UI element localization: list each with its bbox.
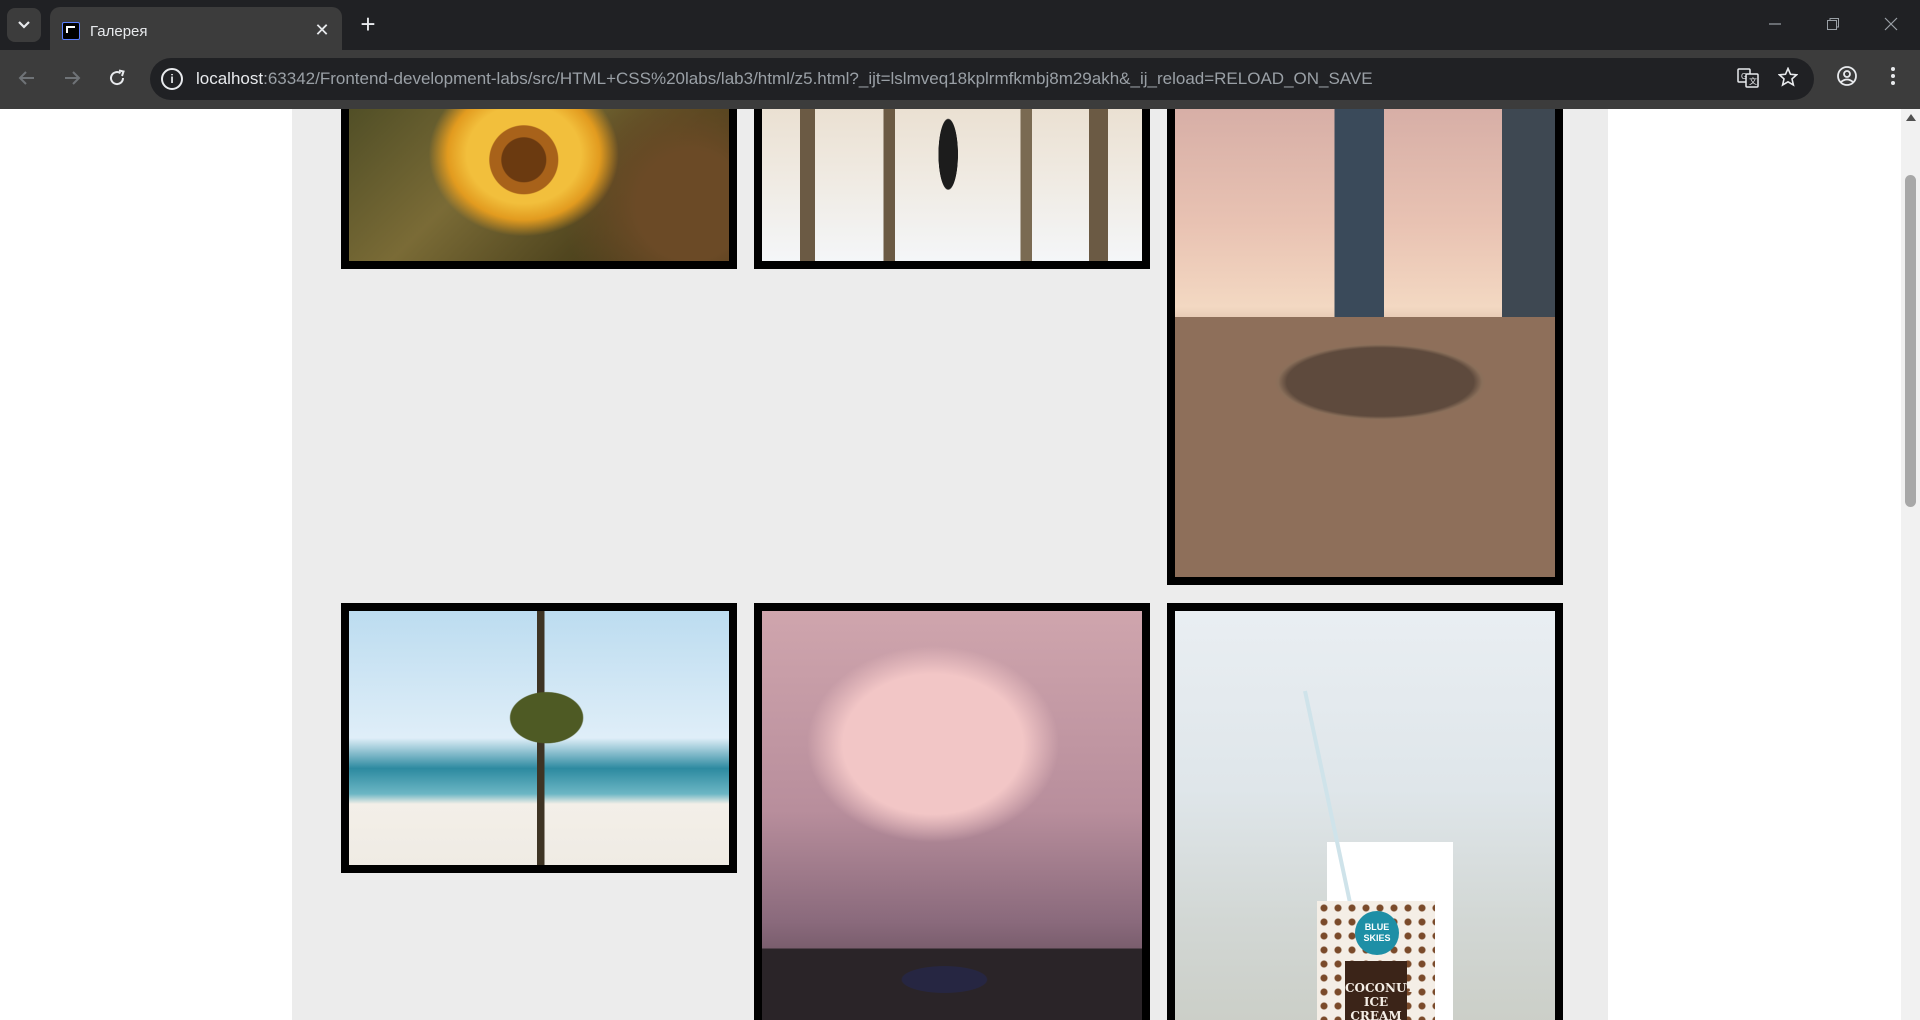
photo-palm-tree [341,603,737,873]
browser-toolbar: i localhost:63342/Frontend-development-l… [0,50,1920,109]
translate-icon[interactable]: G文 [1736,67,1760,91]
gallery-container: BLUE SKIES COCONUT ICE CREAM [292,109,1608,1020]
tab-search-button[interactable] [7,8,41,42]
photo-pier [754,109,1150,269]
url-host: localhost [196,69,264,88]
reload-button[interactable] [102,65,132,95]
straw [1303,690,1352,903]
svg-text:文: 文 [1749,76,1757,86]
close-tab-button[interactable]: ✕ [312,20,332,40]
forward-button[interactable] [57,65,87,95]
svg-text:G: G [1741,72,1747,81]
cup-label: COCONUT ICE CREAM [1345,961,1415,1020]
scroll-thumb[interactable] [1905,175,1916,507]
photo-coconut-ice-cream: BLUE SKIES COCONUT ICE CREAM [1167,603,1563,1020]
close-icon [1884,17,1898,31]
kebab-menu-icon[interactable] [1878,65,1908,95]
photo-surfer [754,603,1150,1020]
page-viewport: BLUE SKIES COCONUT ICE CREAM [0,109,1901,1020]
new-tab-button[interactable]: + [354,11,382,39]
minimize-icon [1769,23,1781,25]
tab-title: Галерея [90,23,148,40]
arrow-left-icon [18,71,34,85]
cup: BLUE SKIES COCONUT ICE CREAM [1317,901,1435,1020]
reload-icon [110,69,125,86]
cup-badge: BLUE SKIES [1355,911,1399,955]
back-button[interactable] [12,65,42,95]
scroll-up-arrow-icon[interactable] [1906,114,1916,121]
chevron-down-icon [18,21,30,29]
address-bar[interactable]: i localhost:63342/Frontend-development-l… [150,58,1814,100]
vertical-scrollbar[interactable] [1901,109,1920,1020]
photo-skateboard [1167,109,1563,585]
restore-icon [1827,18,1839,30]
url-text[interactable]: localhost:63342/Frontend-development-lab… [196,69,1373,89]
minimize-button[interactable] [1763,13,1787,37]
restore-button[interactable] [1821,13,1845,37]
tab-bar: Галерея ✕ + [0,0,1920,50]
close-window-button[interactable] [1879,13,1903,37]
info-icon[interactable]: i [161,68,183,90]
url-path: :63342/Frontend-development-labs/src/HTM… [263,69,1373,88]
jetbrains-icon [62,22,80,40]
arrow-right-icon [65,71,81,85]
photo-sunflower [341,109,737,269]
star-icon[interactable] [1776,66,1800,91]
account-icon[interactable] [1832,65,1862,95]
browser-tab[interactable]: Галерея ✕ [50,7,342,50]
